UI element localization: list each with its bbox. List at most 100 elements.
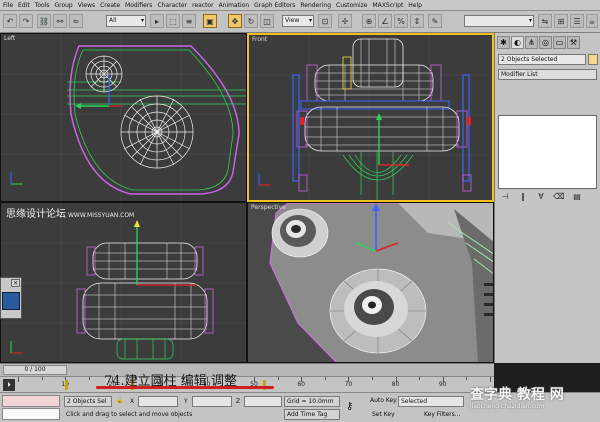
watermark-left-text: 思缘设计论坛 [6,209,66,220]
render-icon[interactable]: ☕ [586,14,598,28]
viewport-label[interactable]: Perspective [251,204,286,211]
viewport-left[interactable]: Left [0,33,247,202]
spinner-snap-icon[interactable]: ⇕ [410,14,424,28]
snap-icon[interactable]: ⊕ [362,14,376,28]
menu-item-animation[interactable]: Animation [219,2,250,9]
select-rotate-icon[interactable]: ↻ [244,14,258,28]
pivot-icon[interactable]: ⊡ [318,14,332,28]
align-icon[interactable]: ⊞ [554,14,568,28]
key-mode-icon[interactable]: ⏵ [3,379,15,391]
viewport-label[interactable]: Left [4,35,15,42]
create-icon[interactable]: ✱ [497,36,510,49]
named-selection-field[interactable] [464,15,534,27]
x-coordinate-field[interactable] [138,396,178,407]
select-link-icon[interactable]: ⛓ [37,14,51,28]
select-move-icon[interactable]: ✥ [228,14,242,28]
menu-item-help[interactable]: Help [408,2,422,9]
hierarchy-icon[interactable]: ⋔ [525,36,538,49]
menu-item-graph-editors[interactable]: Graph Editors [254,2,295,9]
named-selection-icon[interactable]: ✎ [428,14,442,28]
command-panel: ✱ ◐ ⋔ ◎ ▭ ⚒ 2 Objects Selected Modifier … [494,33,600,363]
menu-item-tools[interactable]: Tools [35,2,50,9]
select-object-icon[interactable]: ▸ [150,14,164,28]
menu-item-maxscript[interactable]: MAXScript [373,2,404,9]
time-slider-thumb[interactable]: 0 / 100 [3,365,67,375]
motion-icon[interactable]: ◎ [539,36,552,49]
modifier-stack[interactable] [498,115,597,189]
viewport-label[interactable]: Front [252,36,267,43]
mirror-icon[interactable]: ⇋ [538,14,552,28]
reference-coord-dropdown[interactable]: View [282,15,314,27]
viewport-front[interactable]: Front [247,33,494,202]
configure-sets-icon[interactable]: ▤ [571,191,583,201]
percent-snap-icon[interactable]: % [394,14,408,28]
selection-color-swatch[interactable] [588,54,598,65]
grid-size-field: Grid = 10.0mm [284,396,340,407]
show-end-result-icon[interactable]: ‖ [517,191,529,201]
unlink-icon[interactable]: ⚯ [53,14,67,28]
key-filters-button[interactable]: Key Filters... [424,411,461,418]
redo-icon[interactable]: ↷ [19,14,33,28]
remove-modifier-icon[interactable]: ⌫ [553,191,565,201]
timeline-tick [372,377,373,380]
pin-stack-icon[interactable]: ⊣ [499,191,511,201]
stack-buttons: ⊣ ‖ ∀ ⌫ ▤ [499,191,583,201]
undo-icon[interactable]: ↶ [3,14,17,28]
menu-item-views[interactable]: Views [78,2,95,9]
select-scale-icon[interactable]: ◫ [260,14,274,28]
layer-icon[interactable]: ☰ [570,14,584,28]
floating-dialog: × [0,277,22,319]
viewport-perspective[interactable]: Perspective [247,202,494,363]
selection-count-field: 2 Objects Sel [64,396,112,407]
menu-item-rendering[interactable]: Rendering [300,2,331,9]
menu-item-file[interactable]: File [3,2,13,9]
menu-item-modifiers[interactable]: Modifiers [125,2,152,9]
viewport-top[interactable] [0,202,247,363]
modifier-list-dropdown[interactable]: Modifier List [498,69,597,80]
bind-space-warp-icon[interactable]: ≈ [69,14,83,28]
maxscript-listener-white[interactable] [2,408,60,420]
timeline-tick-label: 80 [391,381,400,388]
y-coordinate-field[interactable] [192,396,232,407]
watermark-right-text: 查字典 教程 网 [470,387,564,403]
menu-item-group[interactable]: Group [54,2,72,9]
left-view-wireframe [1,34,246,201]
main-toolbar: ↶ ↷ ⛓ ⚯ ≈ All ▸ ⬚ ≡ ▣ ✥ ↻ ◫ View ⊡ ✢ ⊕ ∠… [0,11,600,33]
watermark-right-url: jiaocheng.chazidian.com [470,403,545,410]
menu-item-character[interactable]: Character [157,2,187,9]
close-icon[interactable]: × [11,279,20,287]
maxscript-listener-pink[interactable] [2,395,60,407]
selection-filter-dropdown[interactable]: All [106,15,146,27]
angle-snap-icon[interactable]: ∠ [378,14,392,28]
window-crossing-icon[interactable]: ▣ [203,14,217,28]
select-by-name-icon[interactable]: ≡ [182,14,196,28]
manipulate-icon[interactable]: ✢ [338,14,352,28]
auto-key-button[interactable]: Auto Key [370,397,397,404]
menu-item-edit[interactable]: Edit [18,2,30,9]
animation-key[interactable] [65,380,69,390]
track-bar[interactable]: ⏵ 102030405060708090 [0,376,494,392]
make-unique-icon[interactable]: ∀ [535,191,547,201]
key-icon[interactable]: ⚷ [346,401,353,412]
timeline-tick [18,377,19,382]
lock-selection-icon[interactable]: 🔒 [116,397,123,404]
watermark-right: 查字典 教程 网 jiaocheng.chazidian.com [470,384,564,410]
utilities-icon[interactable]: ⚒ [567,36,580,49]
set-key-button[interactable]: Set Key [372,411,395,418]
watermark-left: 思缘设计论坛 WWW.MISSYUAN.COM [6,205,134,220]
status-prompt: Click and drag to select and move object… [66,411,193,418]
timeline-tick [466,377,468,380]
menu-item-create[interactable]: Create [100,2,120,9]
display-icon[interactable]: ▭ [553,36,566,49]
time-slider[interactable]: 0 / 100 [0,363,494,376]
modify-icon[interactable]: ◐ [511,36,524,49]
menu-item-reactor[interactable]: reactor [192,2,214,9]
add-time-tag-button[interactable]: Add Time Tag [284,409,340,420]
timeline-tick-label: 90 [438,381,447,388]
z-coordinate-field[interactable] [244,396,282,407]
selection-name-field[interactable]: 2 Objects Selected [498,54,586,65]
menu-item-customize[interactable]: Customize [336,2,368,9]
menu-bar: File Edit Tools Group Views Create Modifiers Ch… [0,0,600,11]
select-region-icon[interactable]: ⬚ [166,14,180,28]
key-mode-dropdown[interactable]: Selected [398,396,464,407]
